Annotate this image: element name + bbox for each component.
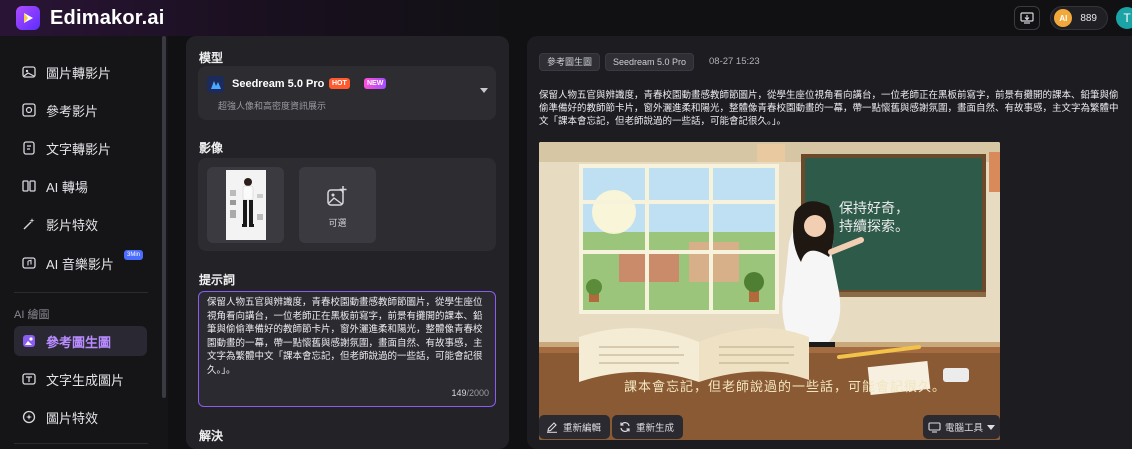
model-selector[interactable]: Seedream 5.0 Pro HOT NEW 超強人像和高密度資訊展示 [198, 66, 496, 120]
top-bar: Edimakor.ai AI 889 T [0, 0, 1132, 36]
sidebar-item-image-to-video[interactable]: 圖片轉影片 [14, 57, 147, 87]
reference-photo [225, 170, 266, 240]
new-badge: NEW [364, 78, 387, 89]
add-image-button[interactable]: 可選 [299, 167, 376, 243]
sidebar-item-reference-video[interactable]: 參考影片 [14, 95, 147, 125]
desktop-tools-dropdown[interactable]: 電腦工具 [923, 415, 1000, 439]
download-app-button[interactable] [1014, 6, 1041, 30]
result-panel: 參考圖生圖 Seedream 5.0 Pro 08-27 15:23 保留人物五… [527, 36, 1132, 449]
image-to-video-icon [20, 63, 38, 81]
sidebar-item-label: AI 轉場 [46, 179, 88, 195]
image-caption: 課本會忘記，但老師說過的一些話，可能會記很久。 [624, 380, 947, 395]
optional-label: 可選 [328, 218, 347, 228]
generated-image[interactable]: 保持好奇， 持續探索。 課本會忘記，但老師說過的一些話，可能會記很久。 [539, 142, 1000, 440]
music-video-icon [20, 254, 38, 272]
uploaded-image-thumbnail[interactable] [207, 167, 284, 243]
download-icon [1020, 12, 1034, 24]
image-effects-icon [20, 408, 38, 426]
model-section-label: 模型 [199, 51, 224, 65]
transition-icon [20, 177, 38, 195]
caret-down-icon [987, 424, 995, 430]
resolution-section-label: 解決 [199, 429, 224, 443]
sidebar-item-reference-image[interactable]: 參考圖生圖 [14, 326, 147, 356]
image-section-label: 影像 [199, 141, 224, 155]
app-name: Edimakor.ai [50, 6, 165, 29]
reference-video-icon [20, 101, 38, 119]
chalkboard-line: 持續探索。 [839, 219, 909, 235]
chevron-down-icon [480, 88, 488, 93]
regenerate-button[interactable]: 重新生成 [612, 415, 684, 439]
sidebar-scrollbar[interactable] [162, 36, 166, 398]
add-image-icon [326, 185, 348, 212]
prompt-section-label: 提示詞 [199, 273, 236, 287]
sidebar-item-label: AI 音樂影片 [46, 256, 114, 272]
sidebar-item-label: 參考影片 [46, 103, 99, 119]
prompt-count-max: /2000 [466, 388, 489, 398]
sidebar-section-ai-drawing: AI 繪圖 [14, 309, 50, 321]
seedream-logo-icon [207, 76, 224, 93]
generation-settings-panel: 模型 Seedream 5.0 Pro HOT NEW 超強人像和高密度資訊展示… [186, 36, 509, 449]
result-prompt-text: 保留人物五官與辨識度，青春校園動畫感教師節圖片，從學生座位視角看向講台，一位老師… [539, 90, 1119, 127]
text-to-image-icon [20, 370, 38, 388]
hot-badge: HOT [329, 78, 350, 89]
sidebar-divider [14, 443, 148, 444]
brand[interactable]: Edimakor.ai [16, 4, 164, 32]
sidebar-item-text-to-video[interactable]: 文字轉影片 [14, 133, 147, 163]
image-upload-area: 可選 [198, 158, 496, 251]
reference-image-icon [20, 332, 38, 350]
new-feature-badge: 3Min [124, 250, 144, 260]
model-chip: Seedream 5.0 Pro [605, 53, 695, 71]
credits-count: 889 [1080, 12, 1097, 24]
classroom-illustration [539, 142, 1000, 440]
refresh-icon [619, 421, 631, 433]
sidebar: 圖片轉影片 參考影片 文字轉影片 AI 轉場 影片特效 AI 音樂影片 3Min… [0, 36, 168, 449]
sidebar-item-label: 參考圖生圖 [46, 334, 112, 350]
sidebar-item-label: 影片特效 [46, 217, 99, 233]
model-name: Seedream 5.0 Pro [232, 78, 325, 90]
sidebar-item-label: 文字轉影片 [46, 141, 112, 157]
desktop-tools-label: 電腦工具 [944, 423, 983, 434]
sidebar-item-label: 文字生成圖片 [46, 372, 125, 388]
coin-icon: AI [1054, 9, 1073, 27]
regenerate-label: 重新生成 [636, 423, 675, 434]
sidebar-item-video-effects[interactable]: 影片特效 [14, 209, 147, 239]
monitor-icon [928, 421, 941, 433]
app-logo-icon [16, 6, 40, 30]
chalkboard-line: 保持好奇， [839, 201, 909, 217]
sidebar-item-label: 圖片特效 [46, 410, 99, 426]
sidebar-item-ai-transition[interactable]: AI 轉場 [14, 171, 147, 201]
prompt-input[interactable]: 保留人物五官與辨識度，青春校園動畫感教師節圖片，從學生座位視角看向講台，一位老師… [198, 291, 496, 407]
sidebar-item-label: 圖片轉影片 [46, 65, 112, 81]
mode-chip: 參考圖生圖 [539, 53, 601, 71]
re-edit-label: 重新編輯 [563, 423, 602, 434]
sidebar-item-text-to-image[interactable]: 文字生成圖片 [14, 364, 147, 394]
model-description: 超強人像和高密度資訊展示 [218, 101, 327, 111]
user-avatar[interactable]: T [1116, 7, 1132, 29]
prompt-count-current: 149 [451, 388, 467, 398]
sidebar-item-image-effects[interactable]: 圖片特效 [14, 402, 147, 432]
sidebar-divider [14, 292, 148, 293]
prompt-char-count: 149/2000 [451, 388, 489, 398]
text-to-video-icon [20, 139, 38, 157]
re-edit-button[interactable]: 重新編輯 [539, 415, 611, 439]
prompt-text[interactable]: 保留人物五官與辨識度，青春校園動畫感教師節圖片，從學生座位視角看向講台，一位老師… [207, 296, 489, 377]
edit-icon [546, 421, 558, 433]
chalkboard-writing: 保持好奇， 持續探索。 [839, 200, 909, 236]
generation-timestamp: 08-27 15:23 [709, 56, 760, 67]
effects-icon [20, 215, 38, 233]
credits-balance[interactable]: AI 889 [1050, 6, 1108, 30]
